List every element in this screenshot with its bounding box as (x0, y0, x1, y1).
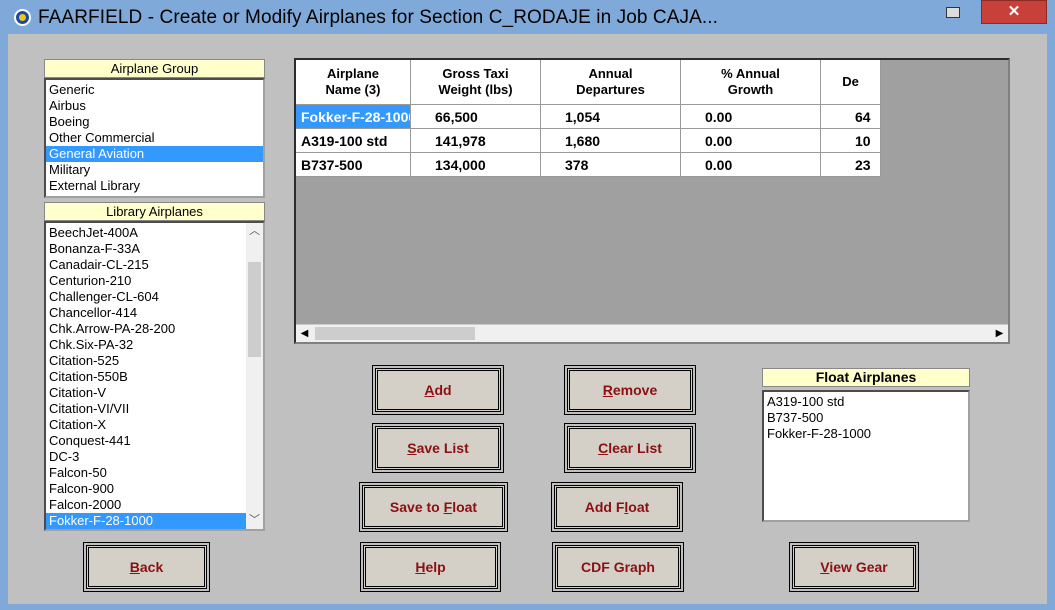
scroll-left-icon[interactable]: ◀ (296, 325, 313, 342)
back-button[interactable]: Back (83, 542, 210, 592)
list-item[interactable]: B737-500 (764, 410, 968, 426)
cdf-graph-button[interactable]: CDF Graph (552, 542, 684, 592)
list-item[interactable]: Other Commercial (46, 130, 263, 146)
list-item[interactable]: Chancellor-414 (46, 305, 263, 321)
airplane-group-list[interactable]: Generic Airbus Boeing Other Commercial Gener… (44, 78, 265, 198)
list-item[interactable]: External Library (46, 178, 263, 194)
list-item[interactable]: General Aviation (46, 146, 263, 162)
airplane-group-label: Airplane Group (44, 59, 265, 78)
table-cell[interactable]: 378 (541, 153, 681, 177)
table-cell[interactable]: A319-100 std (296, 129, 411, 153)
list-item[interactable]: Fokker-F-28-1000 (764, 426, 968, 442)
list-item[interactable]: Canadair-CL-215 (46, 257, 263, 273)
list-item[interactable]: Centurion-210 (46, 273, 263, 289)
list-item[interactable]: Chk.Six-PA-32 (46, 337, 263, 353)
add-float-button[interactable]: Add Float (551, 482, 683, 532)
clear-list-button[interactable]: Clear List (564, 423, 696, 473)
list-item[interactable]: Citation-X (46, 417, 263, 433)
table-cell[interactable]: 141,978 (411, 129, 541, 153)
table-cell[interactable]: B737-500 (296, 153, 411, 177)
list-item[interactable]: Falcon-50 (46, 465, 263, 481)
library-airplanes-label: Library Airplanes (44, 202, 265, 221)
column-header: % Annual Growth (681, 60, 821, 105)
list-item[interactable]: Citation-550B (46, 369, 263, 385)
table-cell[interactable]: 66,500 (411, 105, 541, 129)
add-button[interactable]: Add (372, 365, 504, 415)
table-cell[interactable]: 10 (821, 129, 881, 153)
list-item[interactable]: Fokker-F-28-1000 (46, 513, 263, 529)
grid-header: Airplane Name (3) Gross Taxi Weight (lbs)… (296, 60, 881, 105)
float-airplanes-list[interactable]: A319-100 std B737-500 Fokker-F-28-1000 (762, 390, 970, 522)
list-item[interactable]: Generic (46, 82, 263, 98)
float-airplanes-label: Float Airplanes (762, 368, 970, 387)
app-window: FAARFIELD - Create or Modify Airplanes f… (0, 0, 1055, 610)
close-button[interactable]: ✕ (981, 0, 1047, 24)
list-item[interactable]: BeechJet-400A (46, 225, 263, 241)
table-row[interactable]: Fokker-F-28-1000 66,500 1,054 0.00 64 (296, 105, 881, 129)
library-airplanes-list[interactable]: ︿ ﹀ BeechJet-400A Bonanza-F-33A Canadair-C… (44, 221, 265, 531)
list-item[interactable]: DC-3 (46, 449, 263, 465)
column-header: Annual Departures (541, 60, 681, 105)
scroll-thumb[interactable] (248, 262, 261, 357)
save-to-float-button[interactable]: Save to Float (359, 482, 508, 532)
list-item[interactable]: Airbus (46, 98, 263, 114)
table-cell[interactable]: 23 (821, 153, 881, 177)
help-button[interactable]: Help (360, 542, 501, 592)
window-title: FAARFIELD - Create or Modify Airplanes f… (38, 7, 719, 28)
table-row[interactable]: A319-100 std 141,978 1,680 0.00 10 (296, 129, 881, 153)
faarfield-app-icon (14, 9, 31, 26)
dialog-client-area: Airplane Group Generic Airbus Boeing Other … (8, 34, 1047, 604)
column-header: Airplane Name (3) (296, 60, 411, 105)
table-row[interactable]: B737-500 134,000 378 0.00 23 (296, 153, 881, 177)
library-vertical-scrollbar[interactable]: ︿ ﹀ (246, 223, 263, 529)
list-item[interactable]: Falcon-900 (46, 481, 263, 497)
column-header: Gross Taxi Weight (lbs) (411, 60, 541, 105)
list-item[interactable]: Citation-525 (46, 353, 263, 369)
title-bar: FAARFIELD - Create or Modify Airplanes f… (0, 0, 1055, 34)
list-item[interactable]: Military (46, 162, 263, 178)
list-item[interactable]: A319-100 std (764, 394, 968, 410)
scroll-down-icon[interactable]: ﹀ (246, 512, 263, 529)
table-cell[interactable]: 134,000 (411, 153, 541, 177)
list-item[interactable]: Citation-VI/VII (46, 401, 263, 417)
table-cell[interactable]: 0.00 (681, 153, 821, 177)
list-item[interactable]: Conquest-441 (46, 433, 263, 449)
table-cell[interactable]: 1,680 (541, 129, 681, 153)
scroll-right-icon[interactable]: ▶ (991, 325, 1008, 342)
list-item[interactable]: Falcon-2000 (46, 497, 263, 513)
save-list-button[interactable]: Save List (372, 423, 504, 473)
view-gear-button[interactable]: View Gear (789, 542, 919, 592)
remove-button[interactable]: Remove (564, 365, 696, 415)
maximize-button[interactable] (940, 3, 966, 25)
list-item[interactable]: Bonanza-F-33A (46, 241, 263, 257)
table-cell[interactable]: 0.00 (681, 105, 821, 129)
table-cell[interactable]: 64 (821, 105, 881, 129)
list-item[interactable]: Challenger-CL-604 (46, 289, 263, 305)
list-item[interactable]: Boeing (46, 114, 263, 130)
list-item[interactable]: Chk.Arrow-PA-28-200 (46, 321, 263, 337)
horizontal-scroll-thumb[interactable] (315, 327, 475, 340)
table-cell[interactable]: Fokker-F-28-1000 (296, 105, 411, 129)
list-item[interactable]: Citation-V (46, 385, 263, 401)
airplane-grid[interactable]: Airplane Name (3) Gross Taxi Weight (lbs)… (294, 58, 1010, 344)
table-cell[interactable]: 1,054 (541, 105, 681, 129)
column-header: De (821, 60, 881, 105)
grid-horizontal-scrollbar[interactable]: ◀ ▶ (296, 324, 1008, 342)
table-cell[interactable]: 0.00 (681, 129, 821, 153)
scroll-up-icon[interactable]: ︿ (246, 223, 263, 240)
